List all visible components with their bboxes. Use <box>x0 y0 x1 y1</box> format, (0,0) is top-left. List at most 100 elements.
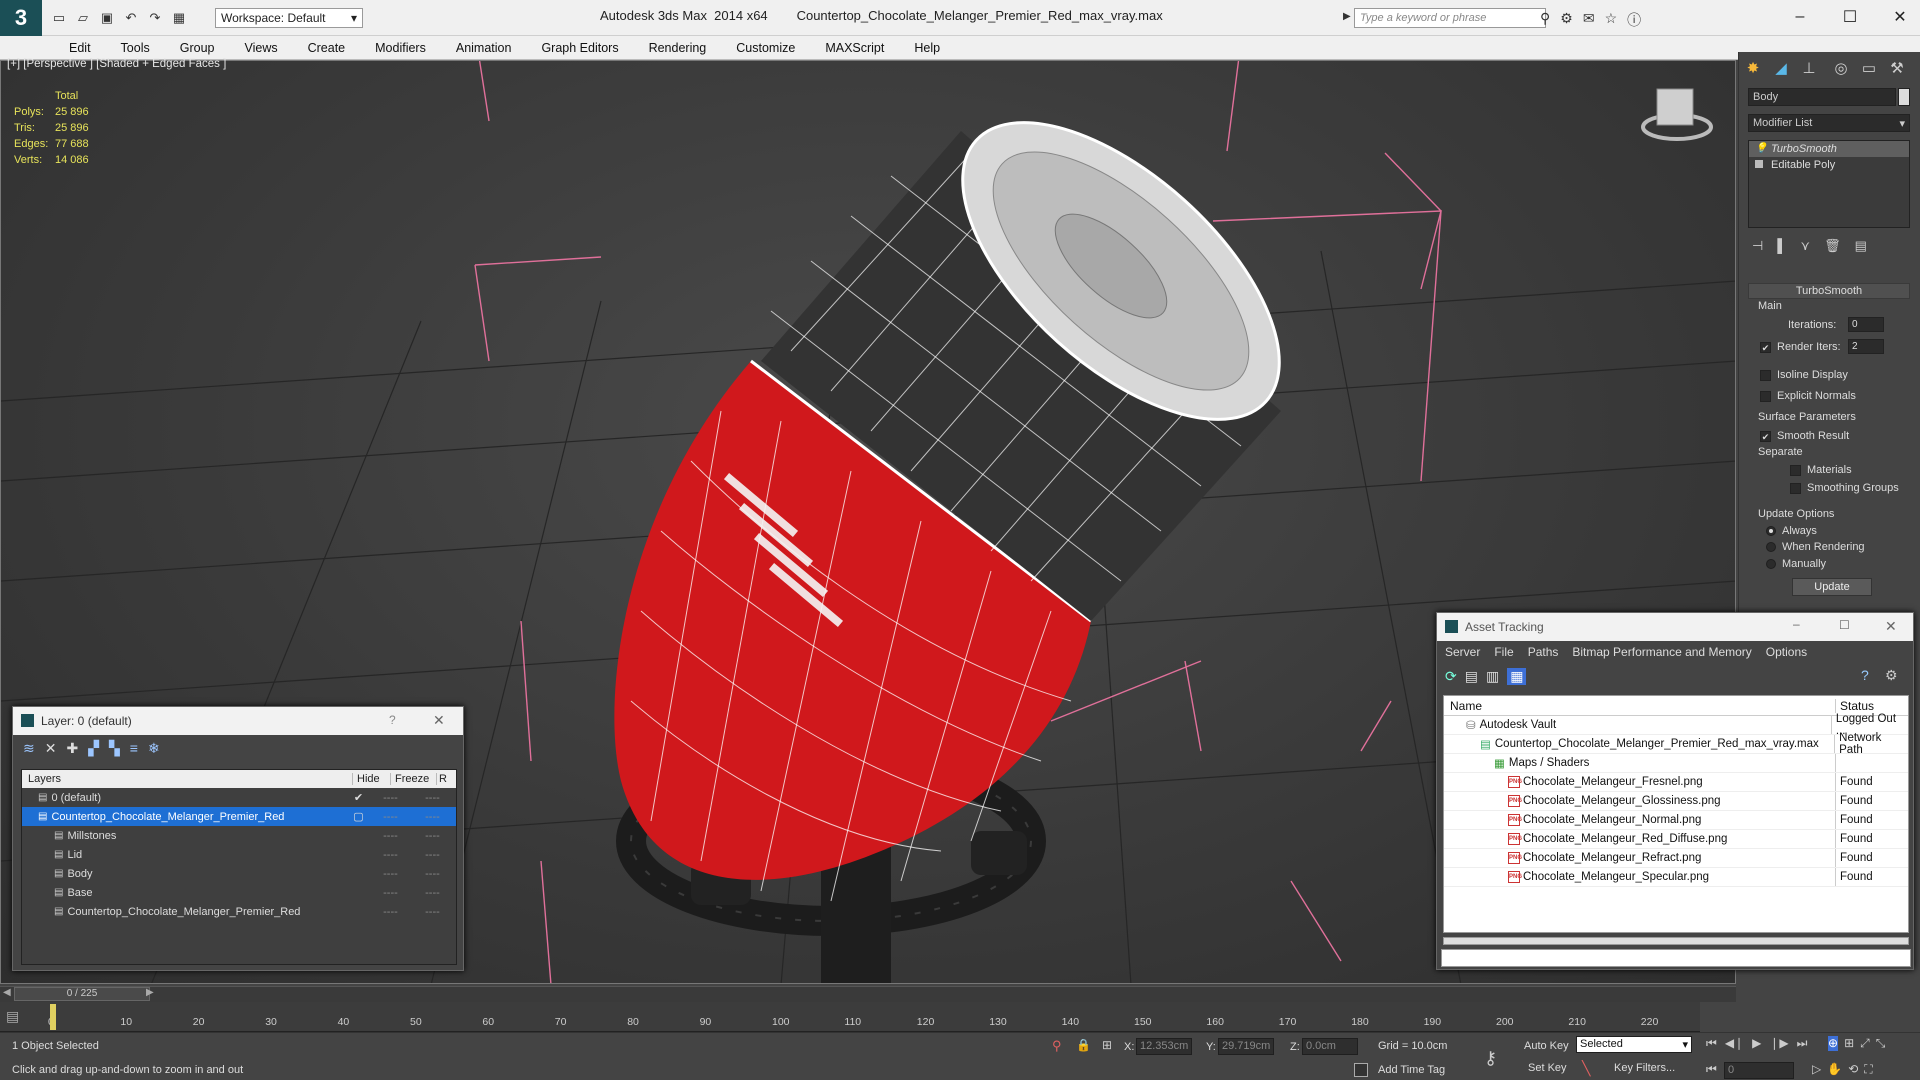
remove-modifier-icon[interactable]: 🗑 <box>1824 238 1841 254</box>
menu-customize[interactable]: Customize <box>721 41 810 55</box>
asset-menu-server[interactable]: Server <box>1445 645 1480 659</box>
key-filters-button[interactable]: Key Filters... <box>1614 1062 1675 1074</box>
smooth-result-row[interactable]: ✔ Smooth Result <box>1760 428 1849 444</box>
communication-icon[interactable]: ✉ <box>1583 10 1595 30</box>
render-iters-row[interactable]: ✔ Render Iters: <box>1760 339 1841 355</box>
absolute-mode-icon[interactable]: ⊞ <box>1102 1038 1112 1052</box>
y-coordinate-field[interactable]: 29.719cm <box>1218 1038 1274 1055</box>
object-color-swatch[interactable] <box>1898 88 1910 106</box>
minimize-icon[interactable]: – <box>1793 617 1800 631</box>
when-rendering-row[interactable]: When Rendering <box>1766 539 1865 555</box>
hide-all-layers-icon[interactable]: ≡ <box>130 740 138 756</box>
explicit-normals-row[interactable]: Explicit Normals <box>1760 388 1856 404</box>
add-time-tag[interactable]: Add Time Tag <box>1378 1064 1445 1076</box>
iterations-spinner[interactable]: 0 <box>1848 317 1884 332</box>
create-layer-icon[interactable]: ≋ <box>23 740 35 757</box>
viewport-label[interactable]: [+] [Perspective ] [Shaded + Edged Faces… <box>7 58 226 70</box>
layer-row[interactable]: ▤ Body ---- ---- <box>22 864 456 883</box>
smooth-result-checkbox[interactable]: ✔ <box>1760 430 1771 442</box>
next-frame-icon[interactable]: ▶ <box>146 987 154 998</box>
smoothing-groups-checkbox[interactable] <box>1790 482 1801 494</box>
explicit-normals-checkbox[interactable] <box>1760 390 1771 402</box>
play-icon[interactable]: ▶ <box>1752 1036 1761 1051</box>
refresh-icon[interactable]: ⟳ <box>1445 668 1457 685</box>
configure-sets-icon[interactable]: ▤ <box>1855 238 1867 254</box>
help-icon[interactable]: ⓘ <box>1627 10 1641 30</box>
asset-table-scrollbar[interactable] <box>1443 937 1909 945</box>
layer-freeze-toggle[interactable]: ---- <box>409 906 455 918</box>
smoothing-groups-row[interactable]: Smoothing Groups <box>1790 480 1899 496</box>
table-view-icon[interactable]: ▦ <box>1507 667 1527 685</box>
col-render[interactable]: R <box>436 773 447 785</box>
search-arrow-icon[interactable]: ▶ <box>1343 11 1351 22</box>
layer-hide-toggle[interactable]: ---- <box>371 887 409 899</box>
menu-animation[interactable]: Animation <box>441 41 527 55</box>
minimize-button[interactable]: – <box>1784 4 1816 30</box>
close-icon[interactable]: ✕ <box>1885 618 1897 635</box>
col-layers[interactable]: Layers <box>22 773 352 785</box>
prev-frame-icon[interactable]: ◀ <box>3 987 11 998</box>
layer-row[interactable]: ▤ Countertop_Chocolate_Melanger_Premier_R… <box>22 807 456 826</box>
layer-row[interactable]: ▤ 0 (default) ✔ ---- ---- <box>22 788 456 807</box>
asset-menu-paths[interactable]: Paths <box>1528 645 1559 659</box>
render-iters-checkbox[interactable]: ✔ <box>1760 341 1771 353</box>
modifier-stack[interactable]: 💡 TurboSmooth Editable Poly <box>1748 140 1910 228</box>
hierarchy-tab-icon[interactable]: ⊥ <box>1796 56 1822 80</box>
next-frame-button-icon[interactable]: ❘▶ <box>1769 1036 1788 1051</box>
stack-item-turbosmooth[interactable]: 💡 TurboSmooth <box>1749 141 1909 157</box>
redo-icon[interactable]: ↷ <box>146 9 164 27</box>
manually-radio[interactable] <box>1766 559 1776 570</box>
save-icon[interactable]: ▣ <box>98 9 116 27</box>
asset-row[interactable]: PNG Chocolate_Melangeur_Refract.png Found <box>1444 849 1908 868</box>
motion-tab-icon[interactable]: ◎ <box>1828 56 1854 80</box>
menu-edit[interactable]: Edit <box>54 41 106 55</box>
asset-menu-bitmap[interactable]: Bitmap Performance and Memory <box>1572 645 1751 659</box>
layer-hide-toggle[interactable]: ---- <box>371 868 409 880</box>
close-icon[interactable]: ✕ <box>433 712 445 729</box>
go-to-start-icon[interactable]: ⏮ <box>1706 1036 1717 1051</box>
asset-row[interactable]: ▤ Countertop_Chocolate_Melanger_Premier_R… <box>1444 732 1908 756</box>
display-tab-icon[interactable]: ▭ <box>1856 56 1882 80</box>
undo-icon[interactable]: ↶ <box>122 9 140 27</box>
col-hide[interactable]: Hide <box>352 773 390 785</box>
key-mode-dropdown[interactable]: Selected ▾ <box>1576 1036 1692 1053</box>
layer-row[interactable]: ▤ Lid ---- ---- <box>22 845 456 864</box>
make-unique-icon[interactable]: ⋎ <box>1801 238 1811 254</box>
key-mode-icon[interactable]: ⏮ <box>1706 1062 1717 1077</box>
materials-row[interactable]: Materials <box>1790 462 1852 478</box>
pin-stack-icon[interactable]: ⊣ <box>1752 238 1763 254</box>
close-button[interactable]: ✕ <box>1884 4 1916 30</box>
modify-tab-icon[interactable]: ◢ <box>1768 56 1794 80</box>
app-logo[interactable]: 3 <box>0 0 42 36</box>
binoculars-icon[interactable]: ⚲ <box>1540 10 1550 30</box>
add-to-layer-icon[interactable]: ✚ <box>66 740 78 757</box>
stack-item-editable-poly[interactable]: Editable Poly <box>1749 157 1909 173</box>
menu-rendering[interactable]: Rendering <box>634 41 722 55</box>
lightbulb-icon[interactable]: 💡 <box>1755 141 1767 157</box>
menu-create[interactable]: Create <box>293 41 361 55</box>
menu-views[interactable]: Views <box>229 41 292 55</box>
layer-hide-toggle[interactable]: ---- <box>371 792 409 804</box>
asset-row[interactable]: PNG Chocolate_Melangeur_Specular.png Found <box>1444 868 1908 887</box>
current-frame-field[interactable]: 0 <box>1724 1062 1794 1079</box>
pan-icon[interactable]: ✋ <box>1827 1062 1842 1077</box>
layer-freeze-toggle[interactable]: ---- <box>409 792 455 804</box>
layer-hide-toggle[interactable]: ---- <box>371 849 409 861</box>
layer-freeze-toggle[interactable]: ---- <box>409 868 455 880</box>
layer-freeze-toggle[interactable]: ---- <box>409 830 455 842</box>
orbit-icon[interactable]: ⟲ <box>1848 1062 1858 1077</box>
asset-row[interactable]: PNG Chocolate_Melangeur_Fresnel.png Found <box>1444 773 1908 792</box>
options-icon[interactable]: ⚙ <box>1885 667 1898 684</box>
show-end-result-icon[interactable]: ▌ <box>1777 238 1786 254</box>
isoline-display-row[interactable]: Isoline Display <box>1760 367 1848 383</box>
asset-row[interactable]: PNG Chocolate_Melangeur_Glossiness.png Fou… <box>1444 792 1908 811</box>
layer-hide-toggle[interactable]: ---- <box>371 830 409 842</box>
layer-hide-toggle[interactable]: ---- <box>371 811 409 823</box>
menu-help[interactable]: Help <box>899 41 955 55</box>
utilities-tab-icon[interactable]: ⚒ <box>1884 56 1910 80</box>
col-name[interactable]: Name <box>1444 698 1836 713</box>
always-row[interactable]: Always <box>1766 523 1817 539</box>
when-rendering-radio[interactable] <box>1766 542 1776 553</box>
layer-freeze-toggle[interactable]: ---- <box>409 887 455 899</box>
key-icon[interactable]: ⚷ <box>1484 1048 1497 1069</box>
